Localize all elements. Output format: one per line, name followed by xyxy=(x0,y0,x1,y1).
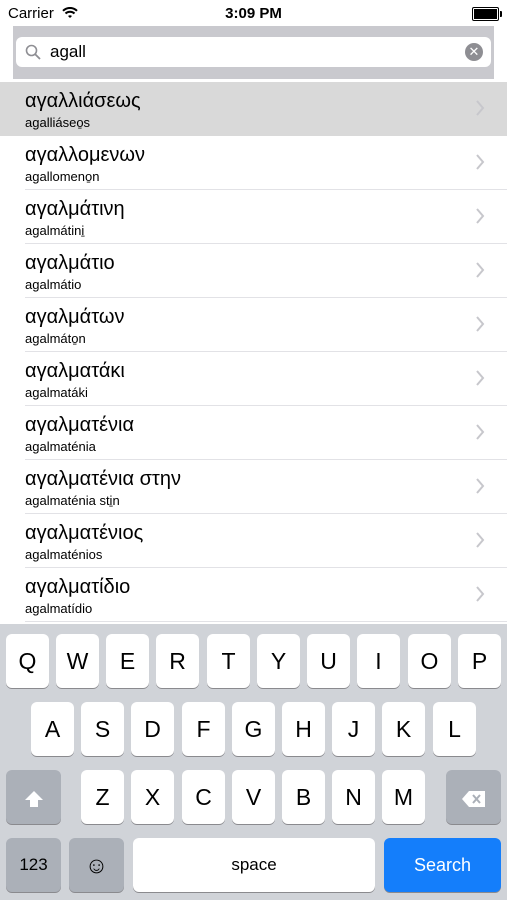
list-item[interactable]: αγαλματένια στην agalmaténia sti̱n xyxy=(25,460,507,514)
key-h[interactable]: H xyxy=(282,702,325,756)
key-r[interactable]: R xyxy=(156,634,199,688)
result-transliteration: agalmátio xyxy=(25,277,82,292)
emoji-icon[interactable]: ☺ xyxy=(69,838,124,892)
list-item[interactable]: αγαλματένιος agalmaténios xyxy=(25,514,507,568)
search-icon xyxy=(25,44,41,65)
result-greek: αγαλματένια στην xyxy=(25,468,181,490)
key-p[interactable]: P xyxy=(458,634,501,688)
delete-key[interactable] xyxy=(446,770,501,824)
list-item[interactable]: αγαλμάτων agalmáto̱n xyxy=(25,298,507,352)
list-item[interactable]: αγαλματάκι agalmatáki xyxy=(25,352,507,406)
result-greek: αγαλματίδιο xyxy=(25,576,131,598)
key-t[interactable]: T xyxy=(207,634,250,688)
results-list: αγαλλιάσεως agalliáseo̱s αγαλλομενων aga… xyxy=(0,82,507,622)
result-greek: αγαλμάτιο xyxy=(25,252,115,274)
chevron-right-icon xyxy=(475,154,485,175)
result-greek: αγαλματένιος xyxy=(25,522,144,544)
key-c[interactable]: C xyxy=(182,770,225,824)
keyboard: Q W E R T Y U I O P A S D F G H J K L Z … xyxy=(0,624,507,900)
result-transliteration: agalmaténios xyxy=(25,547,103,562)
list-item[interactable]: αγαλματένια agalmaténia xyxy=(25,406,507,460)
clear-search-icon[interactable]: ✕ xyxy=(465,43,483,61)
result-greek: αγαλμάτινη xyxy=(25,198,125,220)
key-j[interactable]: J xyxy=(332,702,375,756)
key-q[interactable]: Q xyxy=(6,634,49,688)
key-e[interactable]: E xyxy=(106,634,149,688)
key-n[interactable]: N xyxy=(332,770,375,824)
result-greek: αγαλμάτων xyxy=(25,306,125,328)
result-greek: αγαλματάκι xyxy=(25,360,125,382)
search-input[interactable]: agall ✕ xyxy=(16,37,491,67)
list-item[interactable]: αγαλμάτινη agalmátini̱ xyxy=(25,190,507,244)
key-f[interactable]: F xyxy=(182,702,225,756)
key-i[interactable]: I xyxy=(357,634,400,688)
result-transliteration: agalmáto̱n xyxy=(25,331,86,346)
key-d[interactable]: D xyxy=(131,702,174,756)
key-o[interactable]: O xyxy=(408,634,451,688)
key-b[interactable]: B xyxy=(282,770,325,824)
chevron-right-icon xyxy=(475,370,485,391)
chevron-right-icon xyxy=(475,424,485,445)
key-m[interactable]: M xyxy=(382,770,425,824)
key-z[interactable]: Z xyxy=(81,770,124,824)
result-transliteration: agalmátini̱ xyxy=(25,223,85,238)
space-key[interactable]: space xyxy=(133,838,375,892)
result-transliteration: agallomeno̱n xyxy=(25,169,100,184)
key-u[interactable]: U xyxy=(307,634,350,688)
chevron-right-icon xyxy=(475,316,485,337)
search-button[interactable]: Search xyxy=(384,838,501,892)
result-transliteration: agalmaténia xyxy=(25,439,96,454)
key-s[interactable]: S xyxy=(81,702,124,756)
delete-icon xyxy=(461,784,487,810)
list-item[interactable]: αγαλλιάσεως agalliáseo̱s xyxy=(0,82,507,136)
key-a[interactable]: A xyxy=(31,702,74,756)
list-item[interactable]: αγαλματίδιο agalmatídio xyxy=(25,568,507,622)
chevron-right-icon xyxy=(475,586,485,607)
list-item[interactable]: αγαλμάτιο agalmátio xyxy=(25,244,507,298)
chevron-right-icon xyxy=(475,532,485,553)
chevron-right-icon xyxy=(475,478,485,499)
clock: 3:09 PM xyxy=(225,5,282,22)
search-query[interactable]: agall xyxy=(50,42,86,62)
key-x[interactable]: X xyxy=(131,770,174,824)
status-bar: Carrier 3:09 PM xyxy=(0,0,507,28)
key-v[interactable]: V xyxy=(232,770,275,824)
chevron-right-icon xyxy=(475,100,485,121)
key-w[interactable]: W xyxy=(56,634,99,688)
shift-key[interactable] xyxy=(6,770,61,824)
chevron-right-icon xyxy=(475,262,485,283)
result-greek: αγαλλομενων xyxy=(25,144,145,166)
key-k[interactable]: K xyxy=(382,702,425,756)
numbers-key[interactable]: 123 xyxy=(6,838,61,892)
result-transliteration: agalmatídio xyxy=(25,601,93,616)
list-item[interactable]: αγαλλομενων agallomeno̱n xyxy=(25,136,507,190)
chevron-right-icon xyxy=(475,208,485,229)
key-g[interactable]: G xyxy=(232,702,275,756)
result-greek: αγαλματένια xyxy=(25,414,135,436)
battery-icon xyxy=(472,7,502,21)
result-greek: αγαλλιάσεως xyxy=(25,90,141,112)
search-bar: agall ✕ xyxy=(0,26,507,80)
shift-icon xyxy=(23,784,45,810)
result-transliteration: agalliáseo̱s xyxy=(25,115,91,130)
result-transliteration: agalmaténia sti̱n xyxy=(25,493,120,508)
result-transliteration: agalmatáki xyxy=(25,385,88,400)
key-y[interactable]: Y xyxy=(257,634,300,688)
key-l[interactable]: L xyxy=(433,702,476,756)
